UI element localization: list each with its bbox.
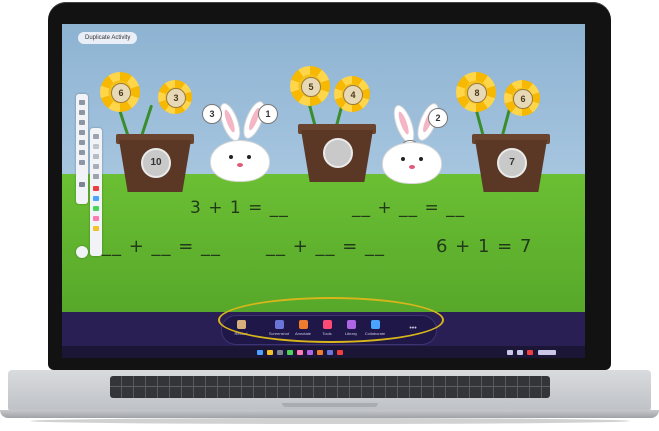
bunny-head: [210, 140, 270, 182]
pot-number-label[interactable]: 10: [141, 148, 171, 178]
eraser-tool-icon[interactable]: [79, 120, 85, 125]
os-taskbar-app-icon[interactable]: [267, 350, 273, 355]
flower-number: 6: [513, 89, 533, 109]
highlighter-tool-icon[interactable]: [79, 110, 85, 115]
os-taskbar-app-icon[interactable]: [327, 350, 333, 355]
palette-swatch-red[interactable]: [93, 186, 99, 191]
palette-swatch-light[interactable]: [93, 144, 99, 149]
toolbar-collapse-button[interactable]: [76, 246, 88, 258]
palette-swatch-pink[interactable]: [93, 216, 99, 221]
os-taskbar-app-icon[interactable]: [277, 350, 283, 355]
flower-number: 5: [301, 77, 321, 97]
select-tool-icon[interactable]: [79, 182, 85, 187]
bunny-number-tag: 3: [202, 104, 222, 124]
left-toolbar[interactable]: [76, 94, 88, 204]
pot-number-label[interactable]: 7: [497, 148, 527, 178]
flower: 3: [158, 80, 192, 114]
os-taskbar-app-icon[interactable]: [337, 350, 343, 355]
flower: 4: [334, 76, 370, 112]
highlight-callout: [218, 297, 444, 343]
pot-number-label[interactable]: [323, 138, 353, 168]
flower: 8: [456, 72, 496, 112]
text-tool-icon[interactable]: [79, 140, 85, 145]
flower: 5: [290, 66, 330, 106]
equation-1[interactable]: 3 + 1 = __: [190, 198, 289, 218]
bunny-head: [382, 142, 442, 184]
bunny-nose: [237, 163, 243, 167]
shape-tool-icon[interactable]: [79, 130, 85, 135]
bunny-number-tag: 1: [258, 104, 278, 124]
color-palette[interactable]: [90, 128, 102, 256]
undo-icon[interactable]: [79, 150, 85, 155]
laptop-base: [0, 410, 659, 418]
palette-swatch-yellow[interactable]: [93, 226, 99, 231]
palette-swatch-silver[interactable]: [93, 154, 99, 159]
system-tray-icon[interactable]: [507, 350, 513, 355]
system-tray-icon[interactable]: [517, 350, 523, 355]
keyboard: [110, 376, 550, 398]
bunny-eye: [229, 155, 233, 159]
flower-number: 8: [467, 83, 487, 103]
equation-3[interactable]: __ + __ = __: [102, 236, 221, 257]
equation-4[interactable]: __ + __ = __: [266, 236, 385, 257]
bunny-number-tag: 2: [428, 108, 448, 128]
activity-title-pill[interactable]: Duplicate Activity: [78, 32, 138, 44]
os-taskbar-app-icon[interactable]: [317, 350, 323, 355]
equation-2[interactable]: __ + __ = __: [352, 198, 465, 218]
laptop-shadow: [30, 418, 630, 424]
bunny-eye: [247, 155, 251, 159]
ear-inner: [222, 108, 237, 134]
lid-notch: [282, 403, 378, 407]
flower: 6: [504, 80, 540, 116]
pen-tool-icon[interactable]: [79, 100, 85, 105]
palette-swatch-stone[interactable]: [93, 174, 99, 179]
bunny-nose: [409, 165, 415, 169]
ear-inner: [396, 110, 411, 136]
keyboard-row-divider: [110, 386, 550, 387]
bunny-eye: [419, 157, 423, 161]
equation-5[interactable]: 6 + 1 = 7: [436, 236, 532, 257]
redo-icon[interactable]: [79, 160, 85, 165]
palette-swatch-gray[interactable]: [93, 134, 99, 139]
os-taskbar-app-icon[interactable]: [307, 350, 313, 355]
flower: 6: [100, 72, 140, 112]
palette-swatch-green[interactable]: [93, 206, 99, 211]
palette-swatch-blue[interactable]: [93, 196, 99, 201]
bunny-eye: [401, 157, 405, 161]
os-taskbar-app-icon[interactable]: [297, 350, 303, 355]
flower-number: 6: [111, 83, 131, 103]
flower-number: 4: [343, 85, 363, 105]
activity-title-text: Duplicate Activity: [85, 35, 131, 41]
flower-number: 3: [166, 88, 186, 108]
system-clock[interactable]: [538, 350, 556, 355]
os-taskbar-app-icon[interactable]: [287, 350, 293, 355]
os-taskbar-app-icon[interactable]: [257, 350, 263, 355]
system-tray-icon[interactable]: [527, 350, 533, 355]
palette-swatch-slate[interactable]: [93, 164, 99, 169]
